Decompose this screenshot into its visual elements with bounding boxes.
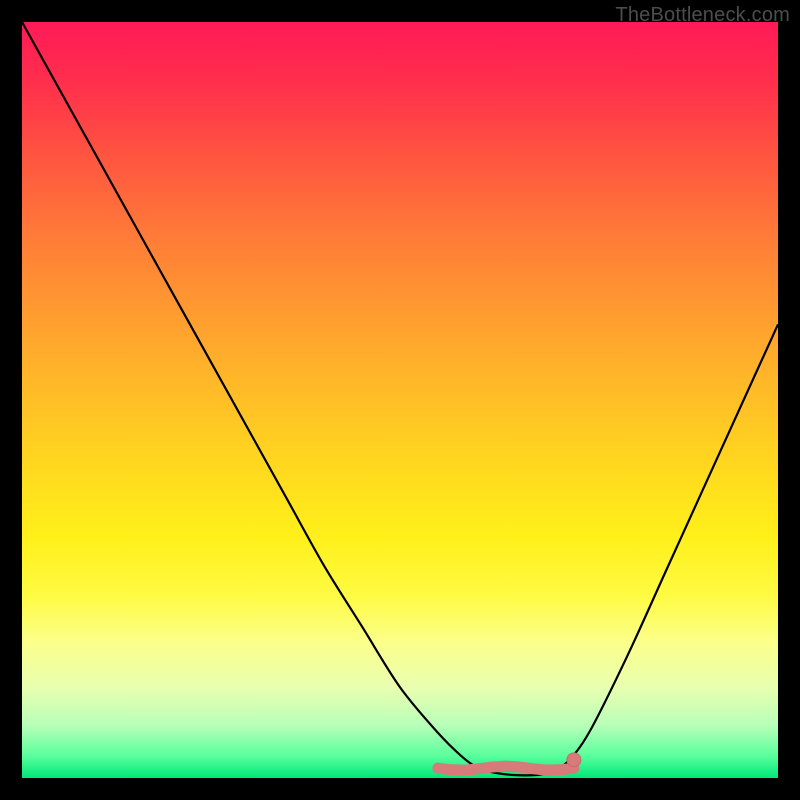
- watermark-text: TheBottleneck.com: [615, 4, 790, 27]
- chart-plot-area: [22, 22, 778, 778]
- optimal-range-marker: [438, 766, 574, 770]
- selected-point-marker: [567, 753, 581, 767]
- bottleneck-chart-svg: [22, 22, 778, 778]
- bottleneck-curve: [22, 22, 778, 775]
